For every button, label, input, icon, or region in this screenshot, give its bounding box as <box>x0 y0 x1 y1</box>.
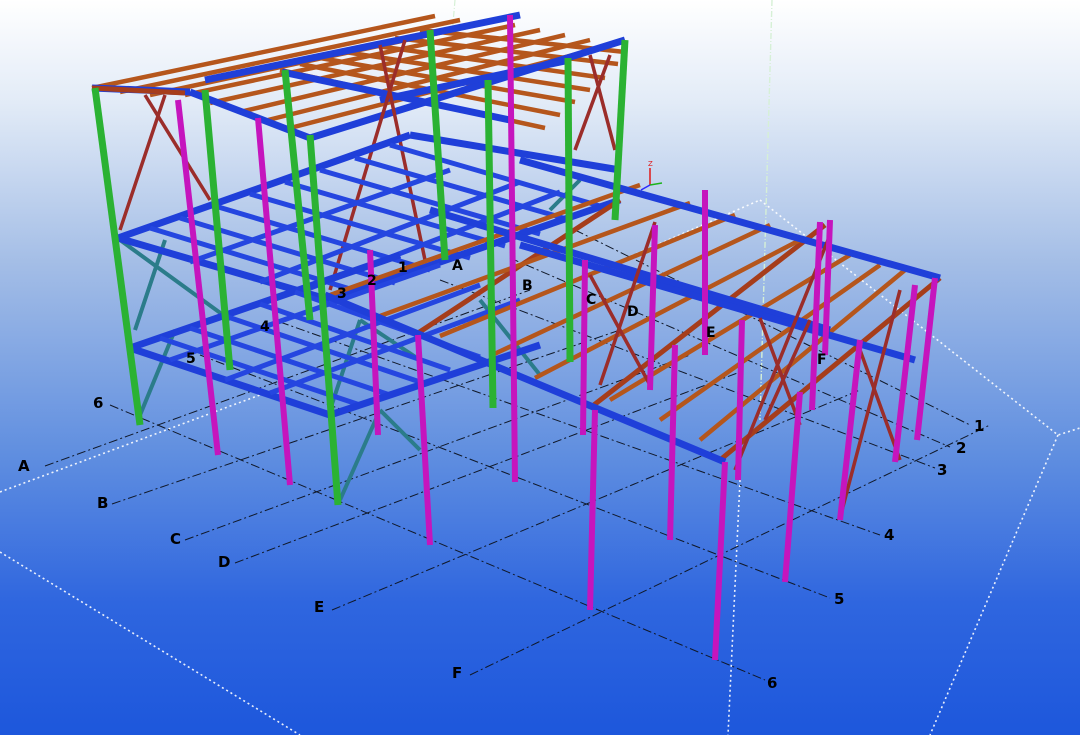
upper-label-b: B <box>522 278 533 294</box>
upper-label-2: 2 <box>367 273 377 289</box>
model-viewport[interactable]: A B C D E F 1 2 3 4 5 6 6 A B C D E F 1 … <box>0 0 1080 735</box>
grid-label-6: 6 <box>767 674 777 692</box>
upper-label-3: 3 <box>337 286 347 302</box>
upper-label-d: D <box>627 304 639 320</box>
upper-label-e: E <box>706 325 716 341</box>
tall-building-roof <box>91 11 627 142</box>
grid-label-2: 2 <box>956 439 966 457</box>
axis-triad-icon: Z <box>640 160 663 191</box>
upper-label-5: 5 <box>186 351 196 367</box>
grid-letter-labels: A B C D E F <box>18 457 462 682</box>
grid-label-1: 1 <box>974 417 984 435</box>
grid-label-6-left: 6 <box>93 394 103 412</box>
upper-label-c: C <box>586 292 596 308</box>
grid-label-f: F <box>452 664 462 682</box>
grid-label-4: 4 <box>884 526 894 544</box>
grid-label-3: 3 <box>937 461 947 479</box>
upper-label-4: 4 <box>260 319 270 335</box>
grid-label-d: D <box>218 553 230 571</box>
axis-z-label: Z <box>648 160 653 168</box>
structure-3d-view[interactable]: A B C D E F 1 2 3 4 5 6 6 A B C D E F 1 … <box>0 0 1080 735</box>
grid-label-a: A <box>18 457 30 475</box>
upper-label-f: F <box>817 352 827 368</box>
grid-label-5: 5 <box>834 590 844 608</box>
upper-label-1: 1 <box>398 260 408 276</box>
grid-label-b: B <box>97 494 108 512</box>
upper-label-a: A <box>452 258 463 274</box>
grid-label-e: E <box>314 598 324 616</box>
grid-label-c: C <box>170 530 181 548</box>
